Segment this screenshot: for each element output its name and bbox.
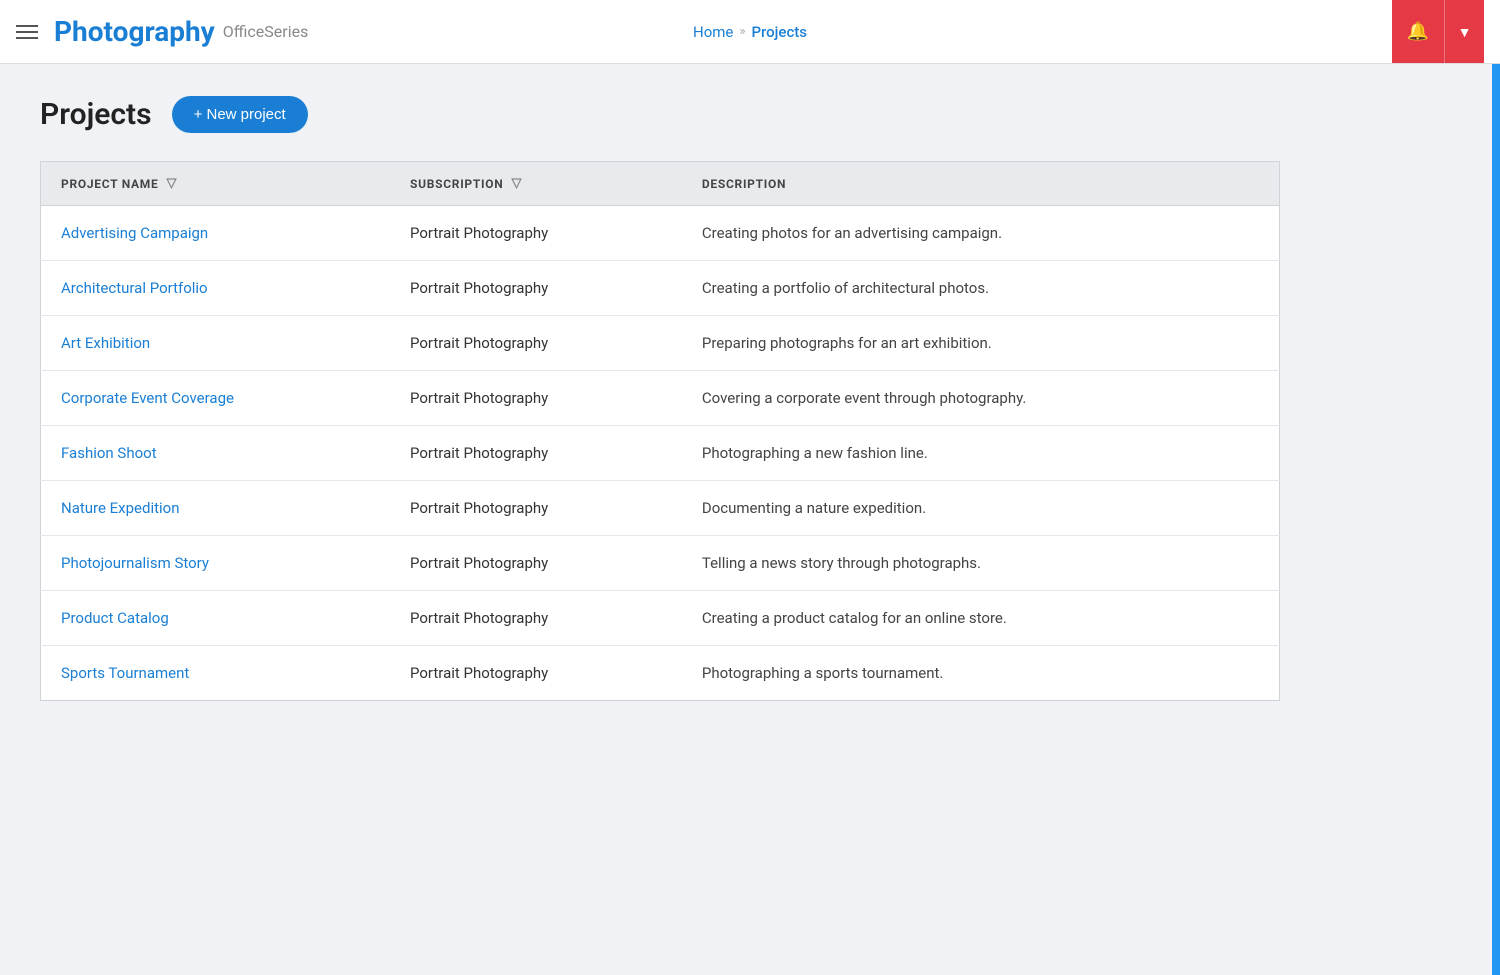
table-body: Advertising Campaign Portrait Photography…: [41, 206, 1280, 701]
description-cell: Creating photos for an advertising campa…: [682, 206, 1280, 261]
page-title: Projects: [40, 97, 152, 132]
scrollbar[interactable]: [1492, 0, 1500, 975]
description-cell: Telling a news story through photographs…: [682, 536, 1280, 591]
project-name-link[interactable]: Nature Expedition: [61, 499, 180, 517]
description-cell: Creating a product catalog for an online…: [682, 591, 1280, 646]
table-row: Art Exhibition Portrait PhotographyPrepar…: [41, 316, 1280, 371]
project-name-link[interactable]: Sports Tournament: [61, 664, 189, 682]
page-header: Projects + New project: [40, 96, 1280, 133]
subscription-cell: Portrait Photography: [390, 426, 682, 481]
chevron-down-icon: ▼: [1458, 24, 1472, 40]
subscription-cell: Portrait Photography: [390, 646, 682, 701]
project-name-cell: Sports Tournament: [41, 646, 391, 701]
column-project-name: PROJECT NAME ▽: [41, 162, 391, 206]
table-row: Sports Tournament Portrait PhotographyPho…: [41, 646, 1280, 701]
project-name-link[interactable]: Photojournalism Story: [61, 554, 209, 572]
dropdown-button[interactable]: ▼: [1444, 0, 1484, 63]
subscription-cell: Portrait Photography: [390, 371, 682, 426]
project-name-cell: Art Exhibition: [41, 316, 391, 371]
app-header: Photography OfficeSeries Home » Projects…: [0, 0, 1500, 64]
project-name-cell: Architectural Portfolio: [41, 261, 391, 316]
description-cell: Creating a portfolio of architectural ph…: [682, 261, 1280, 316]
app-subtitle: OfficeSeries: [223, 22, 309, 41]
subscription-cell: Portrait Photography: [390, 261, 682, 316]
bell-button[interactable]: 🔔: [1392, 0, 1444, 63]
subscription-cell: Portrait Photography: [390, 316, 682, 371]
project-name-link[interactable]: Advertising Campaign: [61, 224, 208, 242]
table-row: Photojournalism Story Portrait Photograph…: [41, 536, 1280, 591]
menu-icon[interactable]: [16, 25, 38, 39]
breadcrumb-current: Projects: [751, 23, 807, 41]
table-row: Corporate Event Coverage Portrait Photogr…: [41, 371, 1280, 426]
project-name-cell: Nature Expedition: [41, 481, 391, 536]
breadcrumb-separator: »: [739, 24, 745, 39]
table-row: Fashion Shoot Portrait PhotographyPhotogr…: [41, 426, 1280, 481]
table-row: Advertising Campaign Portrait Photography…: [41, 206, 1280, 261]
table-row: Nature Expedition Portrait PhotographyDoc…: [41, 481, 1280, 536]
filter-icon-subscription[interactable]: ▽: [511, 176, 522, 191]
subscription-cell: Portrait Photography: [390, 481, 682, 536]
breadcrumb-home[interactable]: Home: [693, 23, 733, 41]
main-content: Projects + New project PROJECT NAME ▽ SU…: [0, 64, 1320, 733]
description-cell: Preparing photographs for an art exhibit…: [682, 316, 1280, 371]
column-subscription: SUBSCRIPTION ▽: [390, 162, 682, 206]
bell-icon: 🔔: [1407, 21, 1429, 42]
header-actions: 🔔 ▼: [1392, 0, 1484, 63]
app-title: Photography: [54, 15, 215, 48]
project-name-cell: Fashion Shoot: [41, 426, 391, 481]
project-name-link[interactable]: Art Exhibition: [61, 334, 150, 352]
subscription-cell: Portrait Photography: [390, 206, 682, 261]
subscription-cell: Portrait Photography: [390, 536, 682, 591]
table-row: Architectural Portfolio Portrait Photogra…: [41, 261, 1280, 316]
description-cell: Photographing a sports tournament.: [682, 646, 1280, 701]
project-name-cell: Product Catalog: [41, 591, 391, 646]
project-name-cell: Photojournalism Story: [41, 536, 391, 591]
header-row: PROJECT NAME ▽ SUBSCRIPTION ▽ DESCRIPTIO…: [41, 162, 1280, 206]
breadcrumb: Home » Projects: [693, 23, 807, 41]
column-description: DESCRIPTION: [682, 162, 1280, 206]
projects-table: PROJECT NAME ▽ SUBSCRIPTION ▽ DESCRIPTIO…: [40, 161, 1280, 701]
description-cell: Covering a corporate event through photo…: [682, 371, 1280, 426]
project-name-link[interactable]: Architectural Portfolio: [61, 279, 208, 297]
table-row: Product Catalog Portrait PhotographyCreat…: [41, 591, 1280, 646]
table-header: PROJECT NAME ▽ SUBSCRIPTION ▽ DESCRIPTIO…: [41, 162, 1280, 206]
subscription-cell: Portrait Photography: [390, 591, 682, 646]
project-name-link[interactable]: Product Catalog: [61, 609, 169, 627]
project-name-cell: Corporate Event Coverage: [41, 371, 391, 426]
description-cell: Photographing a new fashion line.: [682, 426, 1280, 481]
new-project-button[interactable]: + New project: [172, 96, 308, 133]
description-cell: Documenting a nature expedition.: [682, 481, 1280, 536]
project-name-link[interactable]: Fashion Shoot: [61, 444, 157, 462]
filter-icon-name[interactable]: ▽: [166, 176, 177, 191]
project-name-cell: Advertising Campaign: [41, 206, 391, 261]
project-name-link[interactable]: Corporate Event Coverage: [61, 389, 234, 407]
